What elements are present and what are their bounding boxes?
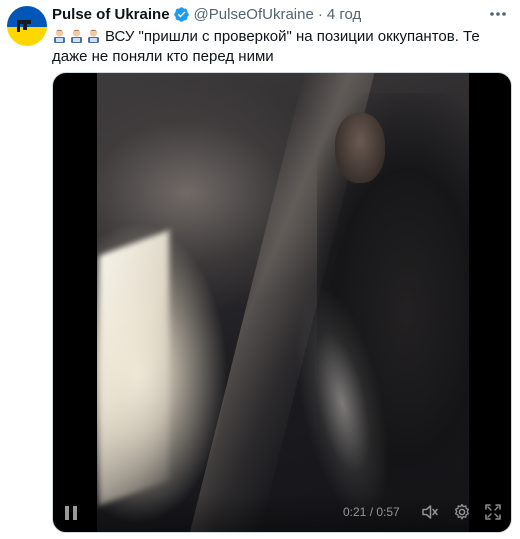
volume-button[interactable]	[421, 503, 439, 521]
duration: 0:57	[376, 505, 400, 519]
emoji-row	[52, 28, 101, 44]
timestamp[interactable]: 4 год	[327, 6, 361, 23]
time-separator: /	[366, 505, 377, 519]
tweet-card[interactable]: Pulse of Ukraine @PulseOfUkraine · 4 год	[0, 0, 520, 539]
video-player[interactable]: 0:21 / 0:57	[52, 72, 512, 533]
volume-muted-icon	[422, 505, 438, 519]
fullscreen-button[interactable]	[484, 503, 502, 521]
settings-button[interactable]	[453, 503, 471, 521]
video-frame[interactable]	[97, 73, 469, 532]
ukraine-flag-avatar-icon	[17, 20, 31, 32]
tweet-header: Pulse of Ukraine @PulseOfUkraine · 4 год	[52, 4, 361, 24]
more-horizontal-icon	[490, 12, 506, 16]
tweet-text: ВСУ "пришли с проверкой" на позиции окку…	[52, 28, 480, 65]
man-technologist-icon	[54, 29, 65, 43]
header-separator: ·	[317, 5, 323, 23]
man-technologist-icon	[88, 29, 99, 43]
video-scene-light	[99, 230, 169, 506]
fullscreen-icon	[485, 504, 501, 520]
display-name[interactable]: Pulse of Ukraine	[52, 6, 170, 23]
tweet-text-container: ВСУ "пришли с проверкой" на позиции окку…	[52, 27, 512, 67]
video-time: 0:21 / 0:57	[343, 505, 400, 519]
video-controls: 0:21 / 0:57	[53, 494, 511, 532]
man-technologist-icon	[71, 29, 82, 43]
avatar[interactable]	[7, 6, 47, 46]
author-handle[interactable]: @PulseOfUkraine	[194, 6, 314, 23]
pause-button[interactable]	[61, 502, 81, 524]
current-time: 0:21	[343, 505, 367, 519]
more-options-button[interactable]	[486, 4, 510, 24]
pause-icon	[65, 506, 77, 520]
gear-icon	[454, 503, 470, 520]
verified-badge-icon	[173, 6, 189, 22]
video-scene-head	[335, 113, 385, 183]
